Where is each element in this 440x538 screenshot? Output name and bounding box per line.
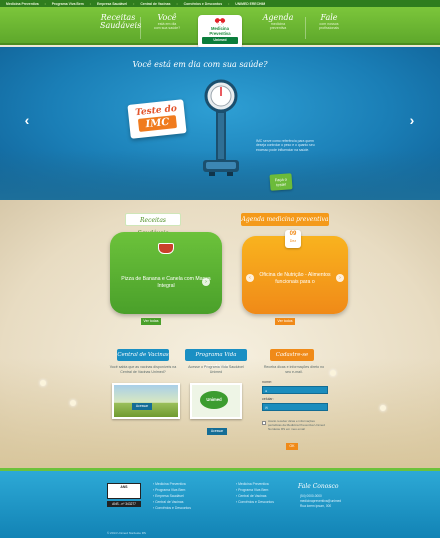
agenda-title: Agenda medicina preventiva <box>241 213 329 226</box>
vacinas-acessar[interactable]: Acessar <box>132 403 152 410</box>
ans-number: ANS - nº 343277 <box>107 501 141 507</box>
hero-headline: Você está em dia com sua saúde? <box>132 60 268 69</box>
agenda-card-text: Oficina de Nutrição - Alimentos funciona… <box>259 272 331 285</box>
footer-links-2: Medicina Preventiva Programa Viva Bem Ce… <box>236 481 274 505</box>
content-area: Receitas Saudáveis Pizza de Banana e Can… <box>0 200 440 468</box>
nome-label: nome: <box>262 380 272 384</box>
slider-next-icon[interactable]: › <box>405 113 419 127</box>
agenda-next-icon[interactable]: › <box>336 274 344 282</box>
flower-decoration <box>380 405 386 411</box>
cadastro-text: Receba dicas e informações direto no seu… <box>263 365 325 374</box>
top-link-vacinas[interactable]: Central de Vacinas <box>140 2 170 6</box>
contact-line: Rua lorem ipsum, 000 <box>300 504 332 508</box>
top-link-medicina[interactable]: Medicina Preventiva <box>6 2 39 6</box>
main-nav: Receitas Saudáveis Você está em dia com … <box>0 7 440 49</box>
receitas-card[interactable]: Pizza de Banana e Canela com Massa Integ… <box>110 232 222 314</box>
flower-decoration <box>40 380 46 386</box>
copyright: © 2014 Unimed Nordeste RS <box>107 531 146 535</box>
faca-teste-button[interactable]: Faça o teste! <box>269 173 293 191</box>
agenda-card[interactable]: 09 Dez Oficina de Nutrição - Alimentos f… <box>242 230 348 314</box>
agenda-ver-todos[interactable]: Ver todos <box>275 318 295 325</box>
viva-badge: Unimed <box>200 391 228 409</box>
email-label: celular: <box>262 397 274 401</box>
nav-divider <box>305 17 306 39</box>
cadastro-ok-button[interactable]: OK <box>286 443 298 450</box>
top-link-bar: Medicina Preventiva • Programa Viva Bem • … <box>0 0 440 7</box>
flower-decoration <box>70 400 76 406</box>
scale-icon <box>203 79 239 176</box>
agenda-prev-icon[interactable]: ‹ <box>246 274 254 282</box>
top-link-empresa[interactable]: Empresa Saudável <box>97 2 127 6</box>
footer-link[interactable]: Convênios e Descontos <box>153 505 191 511</box>
vacinas-title: Central de Vacinas <box>117 349 169 361</box>
cadastro-title: Cadastre-se <box>270 349 314 361</box>
imc-test-badge[interactable]: Teste do IMC <box>127 99 187 139</box>
nav-divider <box>140 17 141 39</box>
slider-prev-icon[interactable]: ‹ <box>20 113 34 127</box>
receitas-next-icon[interactable]: › <box>202 278 210 286</box>
aceito-text: Aceito receber dicas e informações perió… <box>268 419 325 431</box>
viva-acessar[interactable]: Acessar <box>207 428 227 435</box>
mail-icon: ✉ <box>265 406 268 410</box>
flower-decoration <box>330 370 336 376</box>
top-link-unimed[interactable]: UNIMED ERECHIM <box>235 2 265 6</box>
vacinas-text: Você sabia que as vacinas disponíveis na… <box>109 365 177 374</box>
agenda-date: 09 Dez <box>285 230 301 248</box>
footer: ANS ANS - nº 343277 Medicina Preventiva … <box>0 468 440 538</box>
user-icon: ● <box>265 389 268 393</box>
contact-info: (54) 0000-0000 medicinapreventiva@unimed… <box>300 494 341 509</box>
contact-title: Fale Conosco <box>298 483 339 490</box>
nav-item-voce[interactable]: Você está em dia com sua saúde? <box>147 14 187 31</box>
viva-image: Unimed <box>190 383 242 419</box>
pot-icon <box>158 243 174 254</box>
vacinas-photo <box>112 383 180 419</box>
hero-description: IMC serve como referência para quem dese… <box>256 139 315 152</box>
logo[interactable]: Medicina Preventiva Unimed <box>198 15 242 49</box>
ans-logo: ANS <box>107 483 141 499</box>
receitas-ver-todos[interactable]: Ver todas <box>141 318 161 325</box>
top-link-convenios[interactable]: Convênios e Descontos <box>184 2 222 6</box>
footer-links-1: Medicina Preventiva Programa Viva Bem Em… <box>153 481 191 511</box>
nav-item-agenda[interactable]: Agenda medicina preventiva <box>256 14 300 31</box>
footer-link[interactable]: Convênios e Descontos <box>236 499 274 505</box>
hero-banner: Você está em dia com sua saúde? ‹ › Test… <box>0 47 440 200</box>
receitas-title: Receitas Saudáveis <box>125 213 181 237</box>
viva-title: Programa Vida Saudável <box>185 349 247 370</box>
viva-text: Acesse o Programa Vida Saudável Unimed <box>188 365 244 374</box>
nav-item-receitas[interactable]: Receitas Saudáveis <box>100 14 141 30</box>
aceito-checkbox[interactable] <box>262 421 266 425</box>
top-link-programa[interactable]: Programa Viva Bem <box>52 2 84 6</box>
email-input[interactable]: ✉ <box>262 403 328 411</box>
nome-input[interactable]: ● <box>262 386 328 394</box>
nav-item-fale[interactable]: Fale com nossos profissionais <box>308 14 350 31</box>
